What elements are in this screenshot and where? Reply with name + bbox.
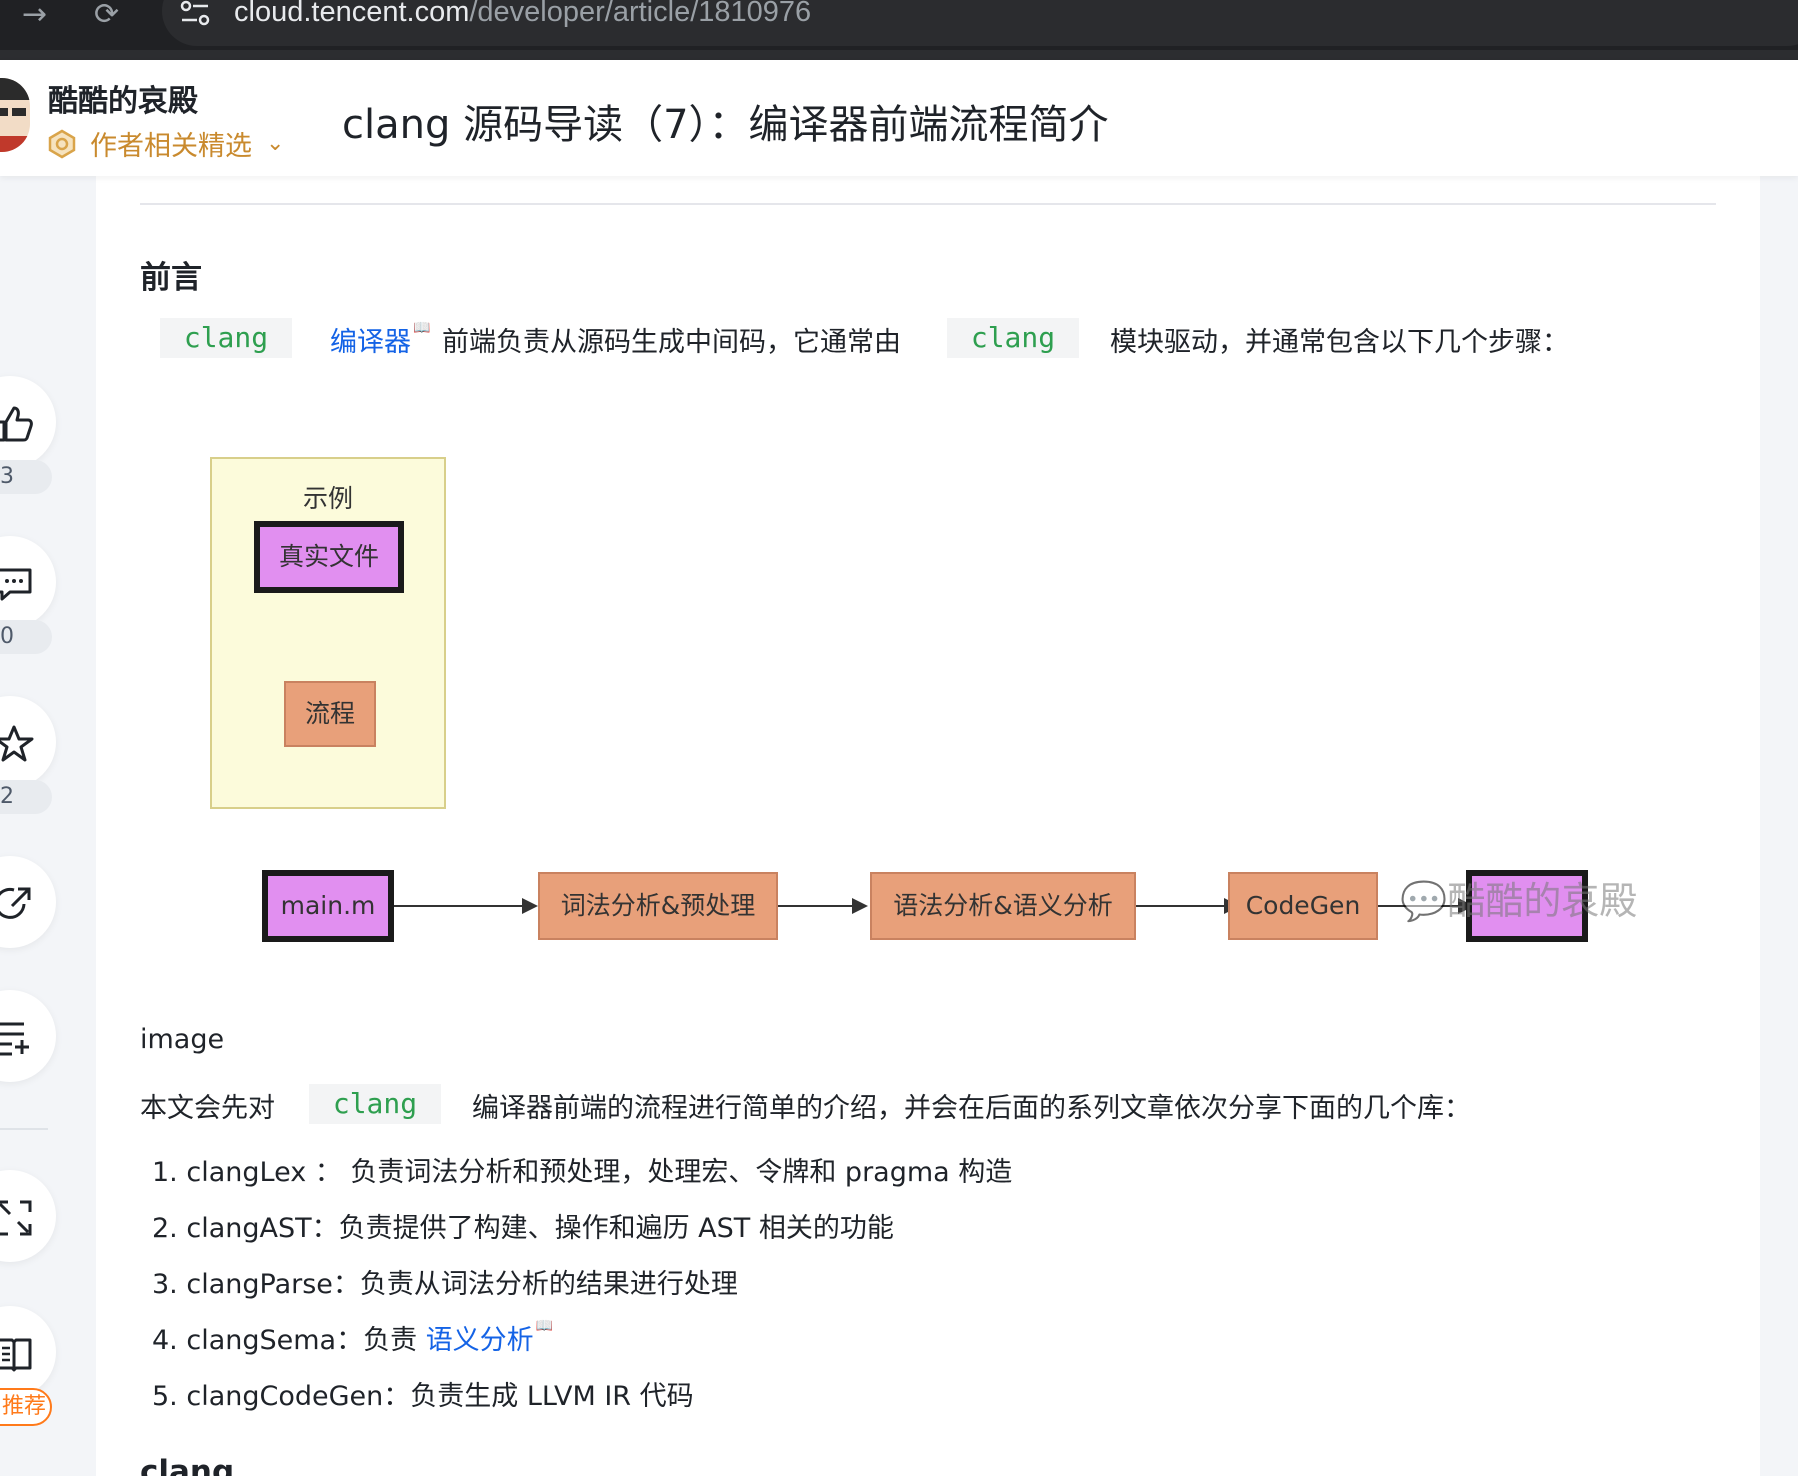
para2-text-2: 编译器前端的流程进行简单的介绍，并会在后面的系列文章依次分享下面的几个库： (472, 1093, 1471, 1124)
chevron-down-icon: ⌄ (266, 131, 285, 156)
comment-button[interactable] (0, 536, 56, 628)
list-item: 5. clangCodeGen：负责生成 LLVM IR 代码 (152, 1374, 694, 1413)
inline-code: clang (160, 318, 292, 358)
toolbar-strip (0, 50, 1798, 60)
intro-link-wrap: 编译器 📖 (330, 320, 430, 359)
legend-box: 示例 真实文件 流程 (210, 457, 446, 809)
list-text: clangAST：负责提供了构建、操作和遍历 AST 相关的功能 (186, 1213, 894, 1244)
arrow (394, 905, 524, 907)
node-main-m: main.m (262, 870, 394, 942)
note-add-icon (0, 1022, 29, 1056)
inline-code: clang (947, 318, 1079, 358)
watermark: 💬酷酷的哀殿 (1400, 870, 1637, 925)
node-lexer: 词法分析&预处理 (538, 872, 778, 940)
comment-icon (0, 568, 32, 601)
arrow (778, 905, 854, 907)
list-item: 4. clangSema：负责 语义分析 📖 (152, 1318, 553, 1357)
list-number: 4. (152, 1325, 178, 1356)
favorite-count: 2 (0, 780, 52, 814)
list-item: 2. clangAST：负责提供了构建、操作和遍历 AST 相关的功能 (152, 1206, 894, 1245)
forward-icon[interactable]: → (22, 0, 47, 30)
arrow-head (522, 898, 538, 914)
share-button[interactable] (0, 856, 56, 948)
book-icon: 📖 (413, 320, 431, 336)
share-icon (0, 887, 31, 919)
hexagon-badge-icon (48, 129, 76, 158)
legend-process: 流程 (284, 681, 376, 747)
rail-divider (0, 1128, 48, 1130)
like-button[interactable] (0, 376, 56, 468)
list-number: 1. (152, 1157, 178, 1188)
favorite-button[interactable] (0, 696, 56, 788)
para2-text-1: 本文会先对 (140, 1093, 275, 1124)
list-number: 2. (152, 1213, 178, 1244)
book-icon: 📖 (535, 1318, 554, 1334)
url-host: cloud.tencent.com (234, 0, 470, 28)
list-number: 3. (152, 1269, 178, 1300)
fullscreen-button[interactable] (0, 1170, 56, 1262)
avatar[interactable] (0, 78, 30, 152)
semantic-analysis-link[interactable]: 语义分析 (426, 1325, 534, 1356)
author-picks-label: 作者相关精选 (90, 131, 252, 162)
expand-icon (0, 1200, 32, 1236)
url-path: /developer/article/1810976 (469, 0, 812, 28)
legend-title: 示例 (302, 484, 353, 513)
inline-code: clang (309, 1084, 441, 1124)
intro-text-2: 模块驱动，并通常包含以下几个步骤： (1110, 327, 1569, 358)
recommend-badge[interactable]: 推荐 (0, 1388, 52, 1426)
browser-toolbar: → ⟳ cloud.tencent.com/developer/article/… (0, 0, 1798, 60)
list-text: clangCodeGen：负责生成 LLVM IR 代码 (186, 1381, 694, 1412)
like-count: 3 (0, 460, 52, 494)
star-icon (0, 725, 34, 762)
url-text[interactable]: cloud.tencent.com/developer/article/1810… (234, 0, 811, 29)
list-text: clangParse：负责从词法分析的结果进行处理 (186, 1269, 738, 1300)
arrow-head (852, 898, 868, 914)
arrow (1136, 905, 1226, 907)
list-item: 1. clangLex ： 负责词法分析和预处理，处理宏、令牌和 pragma … (152, 1150, 1012, 1189)
node-codegen: CodeGen (1228, 872, 1378, 940)
list-text: clangSema：负责 (186, 1325, 426, 1356)
comment-count: 0 (0, 620, 52, 654)
wechat-icon: 💬 (1400, 879, 1448, 923)
author-name[interactable]: 酷酷的哀殿 (48, 76, 198, 120)
site-settings-icon[interactable] (180, 0, 210, 26)
author-picks-menu[interactable]: 作者相关精选 ⌄ (48, 124, 284, 163)
article-header: 酷酷的哀殿 作者相关精选 ⌄ clang 源码导读（7）：编译器前端流程简介 (0, 60, 1798, 176)
legend-real-file: 真实文件 (254, 521, 404, 593)
article-title: clang 源码导读（7）：编译器前端流程简介 (342, 102, 1109, 148)
image-caption: image (140, 1024, 225, 1055)
add-note-button[interactable] (0, 990, 56, 1082)
reload-icon[interactable]: ⟳ (94, 0, 119, 30)
section-title: 前言 (140, 260, 202, 296)
list-item: 3. clangParse：负责从词法分析的结果进行处理 (152, 1262, 738, 1301)
divider (140, 203, 1716, 205)
book-open-icon (0, 1338, 32, 1372)
node-parser-sema: 语法分析&语义分析 (870, 872, 1136, 940)
list-text: clangLex ： 负责词法分析和预处理，处理宏、令牌和 pragma 构造 (186, 1157, 1013, 1188)
list-number: 5. (152, 1381, 178, 1412)
watermark-text: 酷酷的哀殿 (1447, 879, 1638, 923)
next-section-title: clang (140, 1454, 235, 1476)
intro-text-1: 前端负责从源码生成中间码，它通常由 (442, 327, 901, 358)
recommend-button[interactable] (0, 1306, 56, 1398)
thumbs-up-icon (0, 406, 33, 442)
compiler-link[interactable]: 编译器 (330, 327, 411, 358)
